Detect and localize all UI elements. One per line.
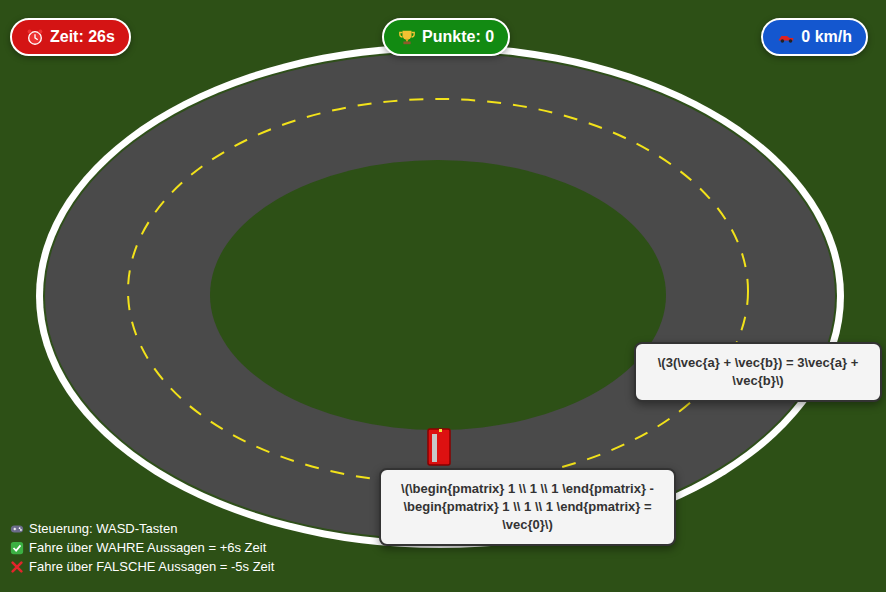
- track-border: [36, 44, 844, 548]
- instruction-row: Steuerung: WASD-Tasten: [10, 521, 274, 537]
- trophy-icon: [398, 28, 416, 46]
- instruction-row: Fahre über WAHRE Aussagen = +6s Zeit: [10, 540, 274, 556]
- alarm-clock-icon: [26, 28, 44, 46]
- infield: [210, 160, 666, 430]
- asphalt: [45, 53, 835, 539]
- instruction-row: Fahre über FALSCHE Aussagen = -5s Zeit: [10, 559, 274, 575]
- score-badge: Punkte: 0: [382, 18, 510, 56]
- race-car-icon: [777, 28, 795, 46]
- statement-card[interactable]: \(\begin{pmatrix} 1 \\ 1 \\ 1 \end{pmatr…: [379, 468, 676, 546]
- instructions: Steuerung: WASD-Tasten Fahre über WAHRE …: [10, 521, 274, 575]
- cross-icon: [10, 560, 24, 574]
- center-line: [128, 99, 748, 483]
- check-icon: [10, 541, 24, 555]
- gamepad-icon: [10, 522, 24, 536]
- time-badge: Zeit: 26s: [10, 18, 131, 56]
- speed-badge: 0 km/h: [761, 18, 868, 56]
- statement-card[interactable]: \(3(\vec{a} + \vec{b}) = 3\vec{a} + \vec…: [634, 342, 882, 402]
- game-screen: Zeit: 26s Punkte: 0 0 km/h \(3(\vec{a} +…: [0, 0, 886, 592]
- car[interactable]: [428, 429, 450, 465]
